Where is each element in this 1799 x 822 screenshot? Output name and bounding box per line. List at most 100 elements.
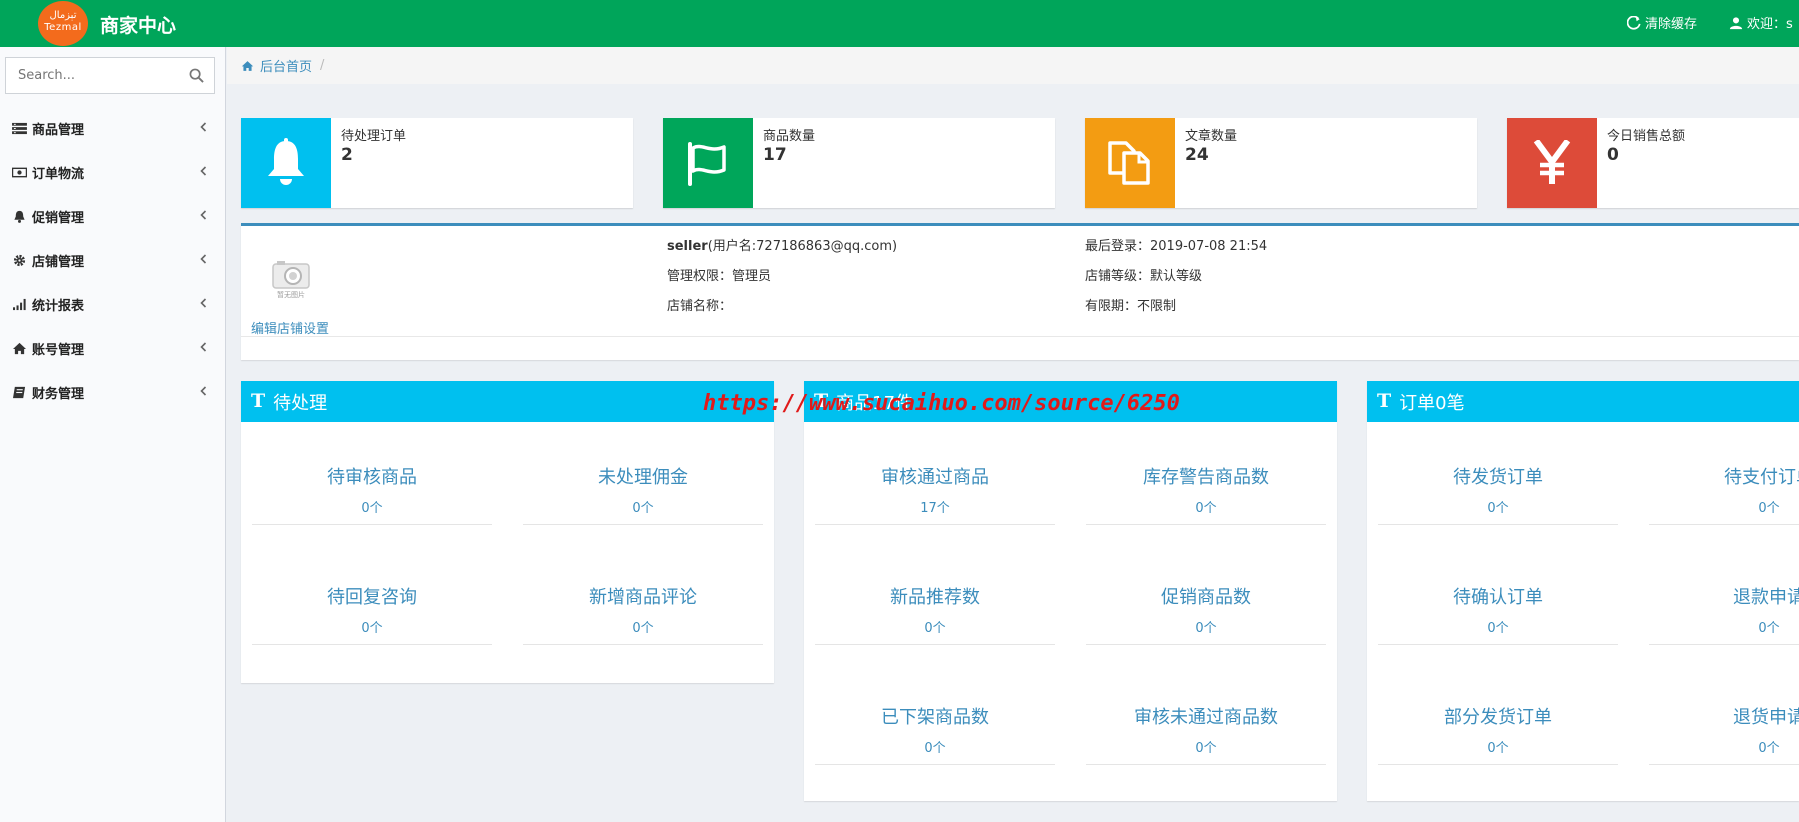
text-icon: T (1377, 390, 1392, 412)
stat-icon-box (663, 118, 753, 208)
text-icon: T (251, 390, 266, 412)
sidebar-item-shop[interactable]: 店铺管理 (0, 238, 226, 282)
stat-value: 17 (763, 145, 787, 165)
stat-cell[interactable]: 部分发货订单 0个 (1378, 695, 1618, 765)
role-info: 管理权限：管理员 (667, 269, 772, 284)
stat-cell-value: 0个 (1487, 501, 1509, 516)
clear-cache-button[interactable]: 清除缓存 (1627, 13, 1697, 32)
chevron-left-icon (200, 298, 207, 308)
sidebar-item-label: 店铺管理 (32, 254, 85, 270)
stat-cell[interactable]: 未处理佣金 0个 (523, 455, 763, 525)
book-icon (13, 386, 26, 398)
stat-value: 0 (1607, 145, 1619, 165)
panel-pending: T 待处理 待审核商品 0个 未处理佣金 0个 待回复咨询 0个 新增商品评论 … (241, 381, 774, 683)
logo-text-bottom: Tezmal (44, 22, 82, 33)
sidebar-item-orders[interactable]: 订单物流 (0, 150, 226, 194)
stat-cell-label: 待支付订单 (1724, 467, 1799, 488)
seller-name: seller (667, 239, 708, 254)
edit-shop-settings-link[interactable]: 编辑店铺设置 (251, 318, 329, 337)
panel-title: 待处理 (273, 392, 328, 414)
watermark-url: https://www.sucaihuo.com/source/6250 (703, 391, 1180, 416)
stat-cell[interactable]: 待审核商品 0个 (252, 455, 492, 525)
shop-name-info: 店铺名称： (667, 299, 733, 314)
sidebar-item-finance[interactable]: 财务管理 (0, 370, 226, 414)
stat-cell-value: 0个 (924, 741, 946, 756)
last-login-info: 最后登录：2019-07-08 21:54 (1085, 239, 1268, 254)
stat-cell[interactable]: 已下架商品数 0个 (815, 695, 1055, 765)
stat-cell[interactable]: 待支付订单 0个 (1649, 455, 1799, 525)
stat-cell-label: 退款申请 (1733, 587, 1799, 608)
search-input[interactable] (6, 58, 176, 93)
stat-cell[interactable]: 待发货订单 0个 (1378, 455, 1618, 525)
top-header: تېزمال Tezmal 商家中心 清除缓存 欢迎：s (0, 0, 1799, 47)
seller-info: seller(用户名:727186863@qq.com) (667, 235, 897, 254)
panel-header: T 待处理 (241, 381, 774, 422)
sidebar-item-accounts[interactable]: 账号管理 (0, 326, 226, 370)
stat-cell-label: 待回复咨询 (327, 587, 417, 608)
home-icon (241, 60, 254, 71)
breadcrumb-home-link[interactable]: 后台首页 (260, 56, 312, 75)
stat-cell[interactable]: 审核通过商品 17个 (815, 455, 1055, 525)
gear-icon (13, 254, 26, 266)
stat-cell-value: 0个 (924, 621, 946, 636)
stat-product-count[interactable]: 商品数量 17 (663, 118, 1055, 208)
chevron-left-icon (200, 166, 207, 176)
user-menu[interactable]: 欢迎：s (1729, 13, 1793, 32)
panel-products: T 商品17件 审核通过商品 17个 库存警告商品数 0个 新品推荐数 0个 促… (804, 381, 1337, 801)
shop-info-panel: 暂无图片 编辑店铺设置 seller(用户名:727186863@qq.com)… (241, 223, 1799, 360)
stat-cell-value: 0个 (1195, 621, 1217, 636)
stat-cell[interactable]: 退货申请 0个 (1649, 695, 1799, 765)
stat-cell[interactable]: 库存警告商品数 0个 (1086, 455, 1326, 525)
stat-cell-label: 退货申请 (1733, 707, 1799, 728)
stat-icon-box (1507, 118, 1597, 208)
seller-username: (用户名:727186863@qq.com) (707, 239, 898, 254)
stat-cell-value: 0个 (632, 501, 654, 516)
brand-logo[interactable]: تېزمال Tezmal (38, 1, 88, 46)
avatar-caption: 暂无图片 (277, 291, 305, 299)
stat-cell-label: 未处理佣金 (598, 467, 688, 488)
stat-cell[interactable]: 新增商品评论 0个 (523, 575, 763, 645)
stat-pending-orders[interactable]: 待处理订单 2 (241, 118, 633, 208)
brand-title[interactable]: 商家中心 (100, 11, 176, 38)
chevron-left-icon (200, 254, 207, 264)
sidebar-item-promotions[interactable]: 促销管理 (0, 194, 226, 238)
sidebar-item-label: 商品管理 (32, 122, 85, 138)
stat-cell[interactable]: 待确认订单 0个 (1378, 575, 1618, 645)
search-box (5, 57, 215, 94)
stat-cell[interactable]: 待回复咨询 0个 (252, 575, 492, 645)
stat-cell[interactable]: 审核未通过商品数 0个 (1086, 695, 1326, 765)
stat-cell[interactable]: 促销商品数 0个 (1086, 575, 1326, 645)
sidebar-item-products[interactable]: 商品管理 (0, 106, 226, 150)
stat-article-count[interactable]: 文章数量 24 (1085, 118, 1477, 208)
stat-cell-value: 0个 (632, 621, 654, 636)
stat-cell-value: 0个 (1758, 621, 1780, 636)
refresh-icon (1627, 15, 1641, 30)
stat-cell[interactable]: 退款申请 0个 (1649, 575, 1799, 645)
stat-cell-label: 新增商品评论 (589, 587, 697, 608)
stat-cell-label: 已下架商品数 (881, 707, 989, 728)
chevron-left-icon (200, 210, 207, 220)
sidebar-item-reports[interactable]: 统计报表 (0, 282, 226, 326)
stat-cell-label: 待确认订单 (1453, 587, 1543, 608)
stat-label: 文章数量 (1185, 129, 1238, 144)
sidebar-item-label: 订单物流 (32, 166, 85, 182)
stat-cell-label: 新品推荐数 (890, 587, 980, 608)
stat-label: 今日销售总额 (1607, 129, 1686, 144)
chevron-left-icon (200, 342, 207, 352)
stat-icon-box (241, 118, 331, 208)
chevron-left-icon (200, 386, 207, 396)
stat-cell-value: 0个 (1487, 621, 1509, 636)
stat-cell-label: 库存警告商品数 (1143, 467, 1269, 488)
money-icon (12, 167, 27, 177)
yen-icon (1533, 140, 1571, 184)
breadcrumb-separator: / (320, 58, 325, 73)
stat-value: 24 (1185, 145, 1209, 165)
stat-today-sales[interactable]: 今日销售总额 0 (1507, 118, 1799, 208)
search-icon[interactable] (189, 68, 204, 83)
stat-cell[interactable]: 新品推荐数 0个 (815, 575, 1055, 645)
sidebar-item-label: 财务管理 (32, 386, 85, 402)
user-icon (1729, 16, 1743, 29)
sidebar-menu: 商品管理 订单物流 促销管理 店铺管理 统计报表 账号管理 财务管理 (0, 106, 226, 414)
stat-cell-value: 0个 (361, 621, 383, 636)
validity-info: 有限期：不限制 (1085, 299, 1177, 314)
